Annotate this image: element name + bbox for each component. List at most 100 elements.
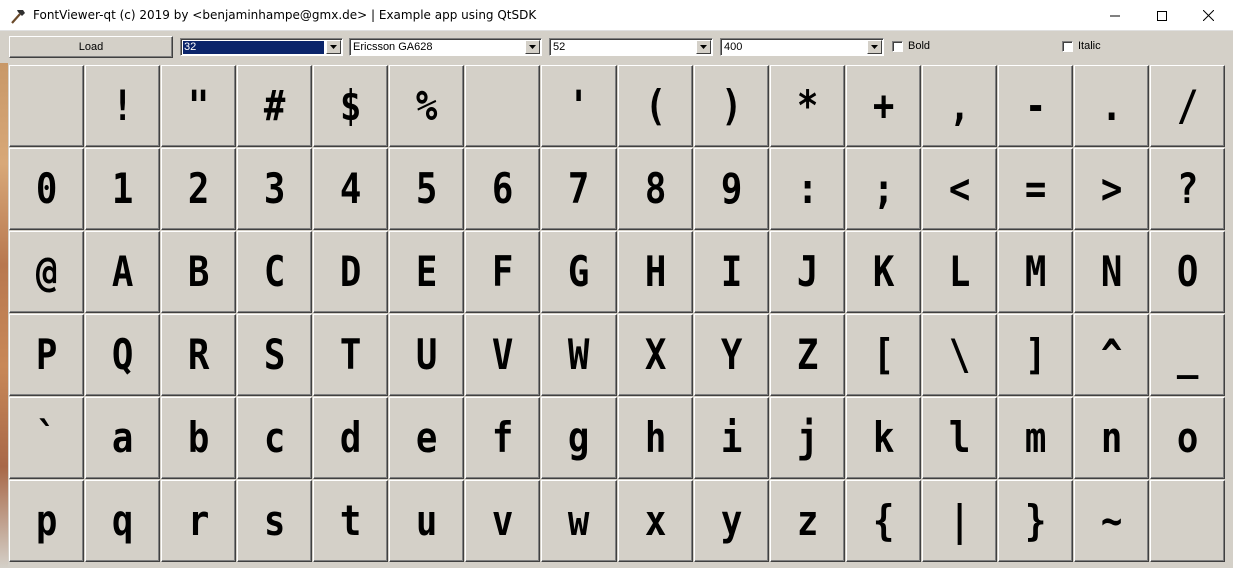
glyph-cell[interactable]: 4 (313, 148, 388, 230)
glyph-cell[interactable]: 0 (9, 148, 84, 230)
glyph-cell[interactable]: 8 (618, 148, 693, 230)
glyph-cell[interactable]: Q (85, 314, 160, 396)
glyph-cell[interactable] (9, 65, 84, 147)
glyph-cell[interactable]: C (237, 231, 312, 313)
glyph-cell[interactable]: U (389, 314, 464, 396)
glyph-cell[interactable]: g (541, 397, 617, 479)
glyph-cell[interactable]: , (922, 65, 997, 147)
glyph-cell[interactable]: r (161, 480, 236, 562)
glyph-cell[interactable]: c (237, 397, 312, 479)
glyph-cell[interactable]: B (161, 231, 236, 313)
glyph-cell[interactable]: f (465, 397, 540, 479)
glyph-cell[interactable]: 9 (694, 148, 769, 230)
glyph-cell[interactable]: ; (846, 148, 921, 230)
glyph-cell[interactable]: [ (846, 314, 921, 396)
glyph-cell[interactable]: n (1074, 397, 1149, 479)
glyph-cell[interactable]: * (770, 65, 845, 147)
chevron-down-icon[interactable] (326, 40, 341, 54)
font-weight-select[interactable]: 400 (720, 38, 884, 56)
glyph-cell[interactable]: } (998, 480, 1073, 562)
bold-checkbox[interactable] (892, 41, 903, 52)
glyph-cell[interactable]: G (541, 231, 617, 313)
glyph-cell[interactable]: D (313, 231, 388, 313)
glyph-cell[interactable]: u (389, 480, 464, 562)
glyph-cell[interactable]: ~ (1074, 480, 1149, 562)
glyph-cell[interactable]: = (998, 148, 1073, 230)
glyph-cell[interactable]: V (465, 314, 540, 396)
chevron-down-icon[interactable] (525, 40, 540, 54)
glyph-cell[interactable]: $ (313, 65, 388, 147)
chevron-down-icon[interactable] (696, 40, 711, 54)
glyph-cell[interactable]: F (465, 231, 540, 313)
glyph-cell[interactable]: Z (770, 314, 845, 396)
glyph-cell[interactable]: 3 (237, 148, 312, 230)
glyph-cell[interactable]: M (998, 231, 1073, 313)
glyph-cell[interactable]: 1 (85, 148, 160, 230)
glyph-cell[interactable] (465, 65, 540, 147)
italic-checkbox[interactable] (1062, 41, 1073, 52)
glyph-cell[interactable]: 6 (465, 148, 540, 230)
glyph-cell[interactable]: t (313, 480, 388, 562)
glyph-cell[interactable]: ! (85, 65, 160, 147)
char-code-select[interactable]: 32 (180, 38, 343, 56)
close-button[interactable] (1185, 0, 1231, 31)
glyph-cell[interactable]: > (1074, 148, 1149, 230)
glyph-cell[interactable]: s (237, 480, 312, 562)
glyph-cell[interactable]: ] (998, 314, 1073, 396)
glyph-cell[interactable]: ^ (1074, 314, 1149, 396)
glyph-cell[interactable]: ) (694, 65, 769, 147)
glyph-cell[interactable]: 2 (161, 148, 236, 230)
glyph-cell[interactable]: S (237, 314, 312, 396)
glyph-cell[interactable]: " (161, 65, 236, 147)
glyph-cell[interactable]: R (161, 314, 236, 396)
glyph-cell[interactable]: { (846, 480, 921, 562)
glyph-cell[interactable]: x (618, 480, 693, 562)
glyph-cell[interactable]: . (1074, 65, 1149, 147)
glyph-cell[interactable]: ( (618, 65, 693, 147)
glyph-cell[interactable]: | (922, 480, 997, 562)
maximize-button[interactable] (1139, 0, 1185, 31)
glyph-cell[interactable]: z (770, 480, 845, 562)
glyph-cell[interactable]: J (770, 231, 845, 313)
glyph-cell[interactable]: h (618, 397, 693, 479)
glyph-cell[interactable]: 7 (541, 148, 617, 230)
glyph-cell[interactable]: y (694, 480, 769, 562)
glyph-cell[interactable]: d (313, 397, 388, 479)
glyph-cell[interactable]: / (1150, 65, 1225, 147)
glyph-cell[interactable]: % (389, 65, 464, 147)
glyph-cell[interactable]: w (541, 480, 617, 562)
glyph-cell[interactable]: I (694, 231, 769, 313)
glyph-cell[interactable]: W (541, 314, 617, 396)
glyph-cell[interactable]: X (618, 314, 693, 396)
glyph-cell[interactable]: A (85, 231, 160, 313)
glyph-cell[interactable]: N (1074, 231, 1149, 313)
glyph-cell[interactable]: : (770, 148, 845, 230)
glyph-cell[interactable]: j (770, 397, 845, 479)
glyph-cell[interactable]: i (694, 397, 769, 479)
glyph-cell[interactable]: - (998, 65, 1073, 147)
glyph-cell[interactable]: + (846, 65, 921, 147)
glyph-cell[interactable]: ' (541, 65, 617, 147)
glyph-cell[interactable]: m (998, 397, 1073, 479)
glyph-cell[interactable]: _ (1150, 314, 1225, 396)
glyph-cell[interactable]: v (465, 480, 540, 562)
load-button[interactable]: Load (9, 36, 173, 58)
glyph-cell[interactable]: L (922, 231, 997, 313)
glyph-cell[interactable]: o (1150, 397, 1225, 479)
font-family-select[interactable]: Ericsson GA628 (349, 38, 542, 56)
glyph-cell[interactable]: # (237, 65, 312, 147)
glyph-cell[interactable]: E (389, 231, 464, 313)
glyph-cell[interactable]: 5 (389, 148, 464, 230)
glyph-cell[interactable]: \ (922, 314, 997, 396)
glyph-cell[interactable]: P (9, 314, 84, 396)
minimize-button[interactable] (1092, 0, 1138, 31)
glyph-cell[interactable]: O (1150, 231, 1225, 313)
glyph-cell[interactable] (1150, 480, 1225, 562)
glyph-cell[interactable]: H (618, 231, 693, 313)
glyph-cell[interactable]: q (85, 480, 160, 562)
glyph-cell[interactable]: @ (9, 231, 84, 313)
glyph-cell[interactable]: b (161, 397, 236, 479)
glyph-cell[interactable]: a (85, 397, 160, 479)
glyph-cell[interactable]: l (922, 397, 997, 479)
glyph-cell[interactable]: p (9, 480, 84, 562)
